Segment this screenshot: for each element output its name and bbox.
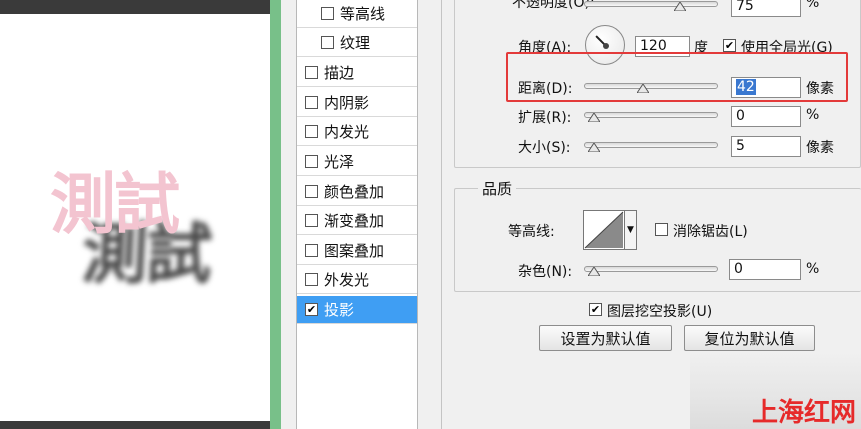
slider-thumb-icon xyxy=(588,143,600,152)
noise-slider-track[interactable] xyxy=(584,266,718,272)
spread-slider-thumb[interactable] xyxy=(588,113,600,122)
distance-unit: 像素 xyxy=(806,81,834,97)
slider-thumb-icon xyxy=(588,113,600,122)
noise-input[interactable]: 0 xyxy=(729,259,801,280)
style-checkbox-satin[interactable] xyxy=(305,155,318,168)
spread-label: 扩展(R): xyxy=(518,110,572,126)
contour-label: 等高线: xyxy=(508,224,555,240)
watermark-text: 上海红网 xyxy=(752,398,857,428)
reset-default-button[interactable]: 复位为默认值 xyxy=(684,325,815,351)
sample-text: 測試 xyxy=(50,166,180,243)
panel-border xyxy=(441,0,442,429)
style-item-stroke[interactable]: 描边 xyxy=(297,59,417,87)
style-item-drop-shadow[interactable]: 投影 xyxy=(297,296,417,324)
slider-thumb-icon xyxy=(588,267,600,276)
style-checkbox-inner-shadow[interactable] xyxy=(305,96,318,109)
style-item-pattern-overlay[interactable]: 图案叠加 xyxy=(297,237,417,265)
opacity-input[interactable]: 75 xyxy=(731,0,801,17)
opacity-slider-thumb[interactable] xyxy=(673,2,686,11)
distance-input[interactable]: 42 xyxy=(731,77,801,98)
make-default-button[interactable]: 设置为默认值 xyxy=(539,325,672,351)
noise-slider-thumb[interactable] xyxy=(588,267,600,276)
slider-thumb-icon xyxy=(637,84,649,93)
style-checkbox-texture[interactable] xyxy=(321,36,334,49)
distance-slider-thumb[interactable] xyxy=(637,84,649,93)
distance-value: 42 xyxy=(736,79,756,95)
style-item-label: 纹理 xyxy=(340,34,371,52)
size-slider-track[interactable] xyxy=(584,142,718,148)
angle-hub xyxy=(603,43,609,49)
style-item-label: 内阴影 xyxy=(324,94,370,112)
size-input[interactable]: 5 xyxy=(731,136,801,157)
anti-alias-label[interactable]: 消除锯齿(L) xyxy=(673,221,748,241)
size-slider-thumb[interactable] xyxy=(588,143,600,152)
style-item-label: 渐变叠加 xyxy=(324,212,385,230)
style-item-texture[interactable]: 纹理 xyxy=(297,29,417,57)
style-item-label: 内发光 xyxy=(324,123,370,141)
style-item-contour[interactable]: 等高线 xyxy=(297,0,417,28)
style-item-inner-glow[interactable]: 内发光 xyxy=(297,118,417,146)
style-item-label: 投影 xyxy=(324,301,355,319)
style-item-color-overlay[interactable]: 颜色叠加 xyxy=(297,178,417,206)
style-checkbox-contour[interactable] xyxy=(321,7,334,20)
use-global-light-checkbox[interactable] xyxy=(723,39,736,52)
opacity-slider-track[interactable] xyxy=(584,1,718,7)
caret-down-icon: ▼ xyxy=(627,225,634,235)
style-item-gradient-overlay[interactable]: 渐变叠加 xyxy=(297,207,417,235)
style-checkbox-gradient-overlay[interactable] xyxy=(305,214,318,227)
layer-knockout-label[interactable]: 图层挖空投影(U) xyxy=(607,301,712,321)
preview-canvas: 測試 測試 xyxy=(0,0,270,429)
layer-knockout-checkbox[interactable] xyxy=(589,303,602,316)
spread-slider-track[interactable] xyxy=(584,112,718,118)
style-item-label: 光泽 xyxy=(324,153,355,171)
style-checkbox-stroke[interactable] xyxy=(305,66,318,79)
style-item-label: 图案叠加 xyxy=(324,242,385,260)
size-label: 大小(S): xyxy=(518,140,571,156)
style-item-label: 外发光 xyxy=(324,271,370,289)
contour-preview[interactable] xyxy=(583,210,625,250)
size-unit: 像素 xyxy=(806,140,834,156)
style-item-label: 颜色叠加 xyxy=(324,183,385,201)
style-item-satin[interactable]: 光泽 xyxy=(297,148,417,176)
style-item-label: 等高线 xyxy=(340,5,386,23)
opacity-label: 不透明度(O): xyxy=(512,0,595,11)
quality-group-title: 品质 xyxy=(478,178,517,199)
style-checkbox-color-overlay[interactable] xyxy=(305,185,318,198)
style-checkbox-inner-glow[interactable] xyxy=(305,125,318,138)
panel-gap-right xyxy=(418,0,454,429)
preview-bottom-strip xyxy=(0,421,270,429)
style-item-label: 描边 xyxy=(324,64,355,82)
style-item-inner-shadow[interactable]: 内阴影 xyxy=(297,89,417,117)
style-checkbox-drop-shadow[interactable] xyxy=(305,303,318,316)
slider-thumb-icon xyxy=(673,2,686,11)
noise-unit: % xyxy=(806,261,820,277)
distance-slider-track[interactable] xyxy=(584,83,718,89)
spread-unit: % xyxy=(806,107,820,123)
style-item-outer-glow[interactable]: 外发光 xyxy=(297,266,417,294)
preview-top-strip xyxy=(0,0,270,14)
anti-alias-checkbox[interactable] xyxy=(655,223,668,236)
spread-input[interactable]: 0 xyxy=(731,106,801,127)
contour-dropdown-button[interactable]: ▼ xyxy=(625,210,637,250)
noise-label: 杂色(N): xyxy=(518,264,573,280)
style-checkbox-pattern-overlay[interactable] xyxy=(305,244,318,257)
layer-style-list: 等高线 纹理 描边 内阴影 内发光 光泽 颜色叠加 渐变叠加 图案叠加 外发光 … xyxy=(296,0,418,429)
panel-gap xyxy=(281,0,296,429)
distance-label: 距离(D): xyxy=(518,81,573,97)
style-checkbox-outer-glow[interactable] xyxy=(305,273,318,286)
window-divider xyxy=(270,0,281,429)
contour-curve-icon xyxy=(584,211,624,249)
opacity-unit: % xyxy=(806,0,820,11)
